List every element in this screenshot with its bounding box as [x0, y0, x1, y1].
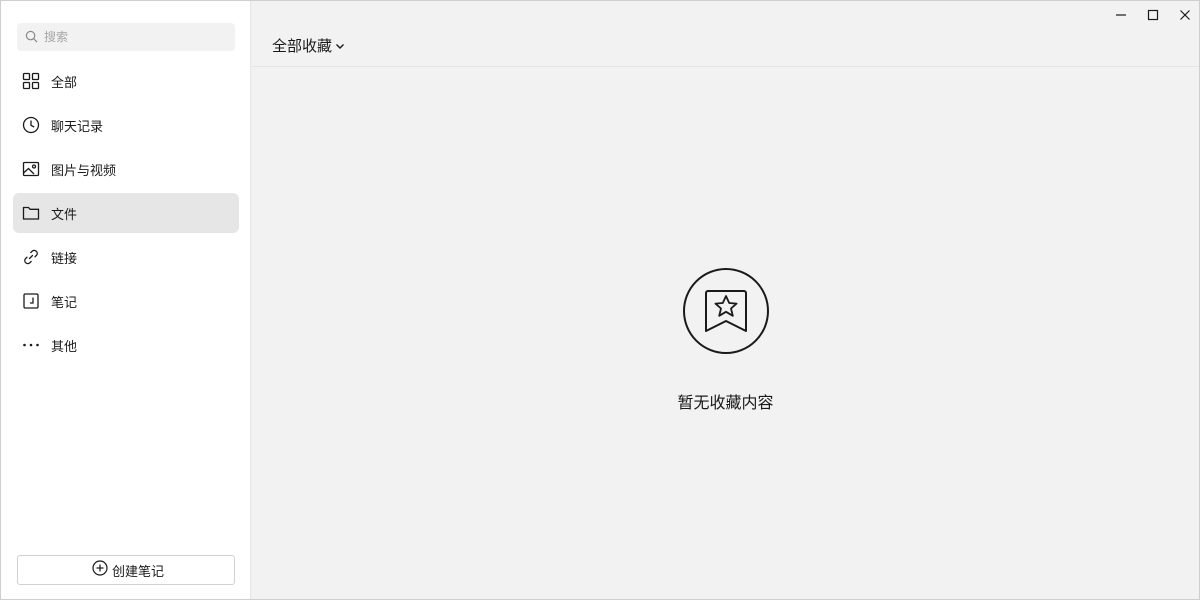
- create-note-button[interactable]: 创建笔记: [17, 555, 235, 585]
- sidebar-item-label: 其他: [51, 339, 78, 355]
- sidebar: 全部 聊天记录 图片与视频 文件: [1, 1, 251, 599]
- search-input[interactable]: [44, 30, 224, 44]
- sidebar-item-label: 图片与视频: [51, 163, 117, 179]
- folder-icon: [21, 203, 41, 223]
- clock-icon: [21, 115, 41, 135]
- note-icon: [21, 291, 41, 311]
- search-box[interactable]: [17, 23, 235, 51]
- minimize-button[interactable]: [1107, 5, 1135, 25]
- sidebar-item-links[interactable]: 链接: [13, 237, 239, 277]
- sidebar-item-label: 文件: [51, 207, 78, 223]
- maximize-button[interactable]: [1139, 5, 1167, 25]
- main-header: 全部收藏: [252, 1, 1199, 67]
- sidebar-item-chat-history[interactable]: 聊天记录: [13, 105, 239, 145]
- sidebar-item-images-videos[interactable]: 图片与视频: [13, 149, 239, 189]
- sidebar-item-label: 聊天记录: [51, 119, 104, 135]
- link-icon: [21, 247, 41, 267]
- more-icon: [21, 335, 41, 355]
- close-icon: [1180, 10, 1190, 20]
- minimize-icon: [1116, 14, 1126, 16]
- maximize-icon: [1147, 9, 1159, 21]
- sidebar-item-label: 笔记: [51, 295, 78, 311]
- empty-state: 暂无收藏内容: [252, 267, 1199, 413]
- empty-state-text: 暂无收藏内容: [677, 393, 774, 412]
- chevron-down-icon: [336, 43, 345, 49]
- sidebar-nav: 全部 聊天记录 图片与视频 文件 链接 笔记 其他: [13, 61, 239, 369]
- sidebar-item-label: 链接: [51, 251, 78, 267]
- grid-icon: [21, 71, 41, 91]
- main-panel: 全部收藏 暂无收藏内容: [252, 1, 1199, 599]
- create-note-label: 创建笔记: [111, 564, 164, 580]
- sidebar-item-notes[interactable]: 笔记: [13, 281, 239, 321]
- plus-circle-icon: [92, 560, 108, 580]
- sidebar-item-other[interactable]: 其他: [13, 325, 239, 365]
- collection-filter-dropdown[interactable]: 全部收藏: [272, 35, 346, 56]
- sidebar-item-all[interactable]: 全部: [13, 61, 239, 101]
- app-window: 全部 聊天记录 图片与视频 文件: [0, 0, 1200, 600]
- filter-label: 全部收藏: [272, 37, 333, 55]
- search-icon: [25, 28, 38, 47]
- image-icon: [21, 159, 41, 179]
- sidebar-item-label: 全部: [51, 75, 78, 91]
- sidebar-item-files[interactable]: 文件: [13, 193, 239, 233]
- close-button[interactable]: [1171, 5, 1199, 25]
- bookmark-star-icon: [682, 267, 770, 359]
